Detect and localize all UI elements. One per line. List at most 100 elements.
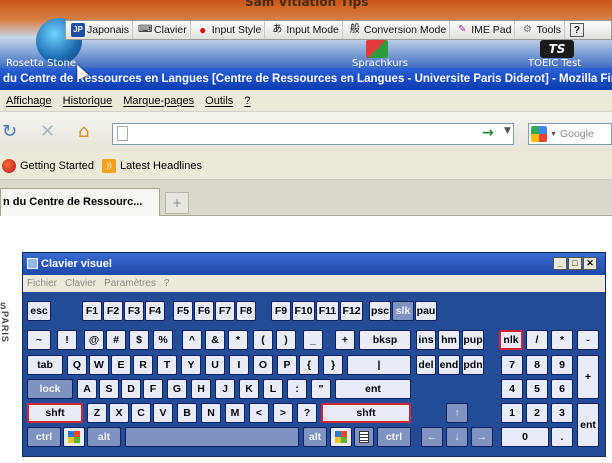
key-greater-than[interactable]: > bbox=[273, 403, 293, 423]
key-r[interactable]: R bbox=[133, 355, 153, 375]
key-arrow-right[interactable]: → bbox=[471, 427, 493, 447]
ime-pad-button[interactable]: ✎ IME Pad bbox=[452, 21, 516, 39]
key-g[interactable]: G bbox=[167, 379, 187, 399]
key-q[interactable]: Q bbox=[67, 355, 87, 375]
key-y[interactable]: Y bbox=[181, 355, 201, 375]
key-t[interactable]: T bbox=[157, 355, 177, 375]
key-p[interactable]: P bbox=[277, 355, 297, 375]
bookmark-latest-headlines[interactable]: )) Latest Headlines bbox=[102, 158, 202, 173]
key-numpad-6[interactable]: 6 bbox=[551, 379, 573, 399]
key-colon[interactable]: : bbox=[287, 379, 307, 399]
key-f7[interactable]: F7 bbox=[215, 301, 235, 321]
key-left-alt[interactable]: alt bbox=[87, 427, 121, 447]
key-f4[interactable]: F4 bbox=[145, 301, 165, 321]
help-button[interactable]: ? bbox=[567, 21, 587, 39]
key-u[interactable]: U bbox=[205, 355, 225, 375]
key-numpad-plus[interactable]: + bbox=[577, 355, 599, 399]
key-k[interactable]: K bbox=[239, 379, 259, 399]
key-lparen[interactable]: ( bbox=[253, 330, 273, 350]
key-rbrace[interactable]: } bbox=[323, 355, 343, 375]
key-numpad-9[interactable]: 9 bbox=[551, 355, 573, 375]
menu-parametres[interactable]: Paramètres bbox=[104, 278, 156, 289]
key-ampersand[interactable]: & bbox=[205, 330, 225, 350]
key-enter[interactable]: ent bbox=[335, 379, 411, 399]
key-h[interactable]: H bbox=[191, 379, 211, 399]
key-n[interactable]: N bbox=[201, 403, 221, 423]
key-dollar[interactable]: $ bbox=[129, 330, 149, 350]
key-v[interactable]: V bbox=[153, 403, 173, 423]
input-style-button[interactable]: ● Input Style bbox=[193, 21, 266, 39]
desktop-label-rosetta[interactable]: Rosetta Stone bbox=[6, 58, 76, 68]
key-at[interactable]: @ bbox=[84, 330, 104, 350]
reload-icon[interactable]: ↻ bbox=[2, 122, 17, 142]
bookmark-getting-started[interactable]: Getting Started bbox=[2, 158, 94, 173]
key-numpad-dot[interactable]: . bbox=[551, 427, 573, 447]
key-left-shift[interactable]: shft bbox=[27, 403, 83, 423]
key-del[interactable]: del bbox=[416, 355, 436, 375]
key-pdn[interactable]: pdn bbox=[462, 355, 484, 375]
key-arrow-up[interactable]: ↑ bbox=[446, 403, 468, 423]
key-end[interactable]: end bbox=[438, 355, 460, 375]
key-menu[interactable] bbox=[354, 427, 374, 447]
key-esc[interactable]: esc bbox=[27, 301, 51, 321]
key-percent[interactable]: % bbox=[153, 330, 173, 350]
key-f3[interactable]: F3 bbox=[124, 301, 144, 321]
language-japonais-button[interactable]: JP Japonais bbox=[68, 21, 134, 39]
key-right-ctrl[interactable]: ctrl bbox=[377, 427, 411, 447]
menu-help[interactable]: ? bbox=[244, 95, 250, 107]
key-question[interactable]: ? bbox=[297, 403, 317, 423]
key-numpad-3[interactable]: 3 bbox=[551, 403, 573, 423]
key-b[interactable]: B bbox=[177, 403, 197, 423]
key-f2[interactable]: F2 bbox=[103, 301, 123, 321]
key-f[interactable]: F bbox=[143, 379, 163, 399]
key-psc[interactable]: psc bbox=[369, 301, 391, 321]
key-underscore[interactable]: _ bbox=[303, 330, 323, 350]
key-bksp[interactable]: bksp bbox=[359, 330, 411, 350]
stop-icon[interactable]: ✕ bbox=[40, 122, 55, 142]
key-numpad-0[interactable]: 0 bbox=[501, 427, 549, 447]
key-f10[interactable]: F10 bbox=[292, 301, 315, 321]
key-z[interactable]: Z bbox=[87, 403, 107, 423]
key-tab[interactable]: tab bbox=[27, 355, 63, 375]
key-space[interactable] bbox=[125, 427, 299, 447]
key-s[interactable]: S bbox=[99, 379, 119, 399]
key-numpad-1[interactable]: 1 bbox=[501, 403, 523, 423]
new-tab-button[interactable]: + bbox=[165, 192, 189, 214]
key-j[interactable]: J bbox=[215, 379, 235, 399]
key-numpad-asterisk[interactable]: * bbox=[551, 330, 573, 350]
key-f5[interactable]: F5 bbox=[173, 301, 193, 321]
key-numpad-minus[interactable]: - bbox=[577, 330, 599, 350]
key-f11[interactable]: F11 bbox=[316, 301, 339, 321]
key-tilde[interactable]: ~ bbox=[27, 330, 51, 350]
key-less-than[interactable]: < bbox=[249, 403, 269, 423]
menu-affichage[interactable]: Affichage bbox=[6, 95, 52, 107]
home-icon[interactable]: ⌂ bbox=[78, 122, 89, 142]
menu-help[interactable]: ? bbox=[164, 278, 170, 289]
keyboard-title-bar[interactable]: Clavier visuel _ □ ✕ bbox=[23, 253, 605, 275]
key-w[interactable]: W bbox=[89, 355, 109, 375]
key-nlk[interactable]: nlk bbox=[499, 330, 523, 350]
key-numpad-enter[interactable]: ent bbox=[577, 403, 599, 447]
key-numpad-8[interactable]: 8 bbox=[526, 355, 548, 375]
desktop-label-toeic[interactable]: TOEIC Test bbox=[528, 58, 581, 68]
desktop-label-sprachkurs[interactable]: Sprachkurs bbox=[352, 58, 408, 68]
url-input[interactable] bbox=[112, 123, 514, 145]
key-caret[interactable]: ^ bbox=[182, 330, 202, 350]
key-pau[interactable]: pau bbox=[415, 301, 437, 321]
key-numpad-slash[interactable]: / bbox=[526, 330, 548, 350]
key-o[interactable]: O bbox=[253, 355, 273, 375]
google-icon[interactable] bbox=[531, 126, 547, 142]
key-exclam[interactable]: ! bbox=[57, 330, 77, 350]
toeic-icon[interactable]: TS bbox=[540, 40, 574, 58]
key-rparen[interactable]: ) bbox=[276, 330, 296, 350]
key-m[interactable]: M bbox=[225, 403, 245, 423]
key-f12[interactable]: F12 bbox=[340, 301, 363, 321]
key-l[interactable]: L bbox=[263, 379, 283, 399]
key-pipe[interactable]: | bbox=[347, 355, 411, 375]
key-a[interactable]: A bbox=[77, 379, 97, 399]
key-numpad-5[interactable]: 5 bbox=[526, 379, 548, 399]
key-right-windows[interactable] bbox=[330, 427, 352, 447]
menu-outils[interactable]: Outils bbox=[205, 95, 233, 107]
clavier-button[interactable]: ⌨ Clavier bbox=[135, 21, 191, 39]
search-input[interactable]: ▼ Google bbox=[528, 123, 612, 145]
